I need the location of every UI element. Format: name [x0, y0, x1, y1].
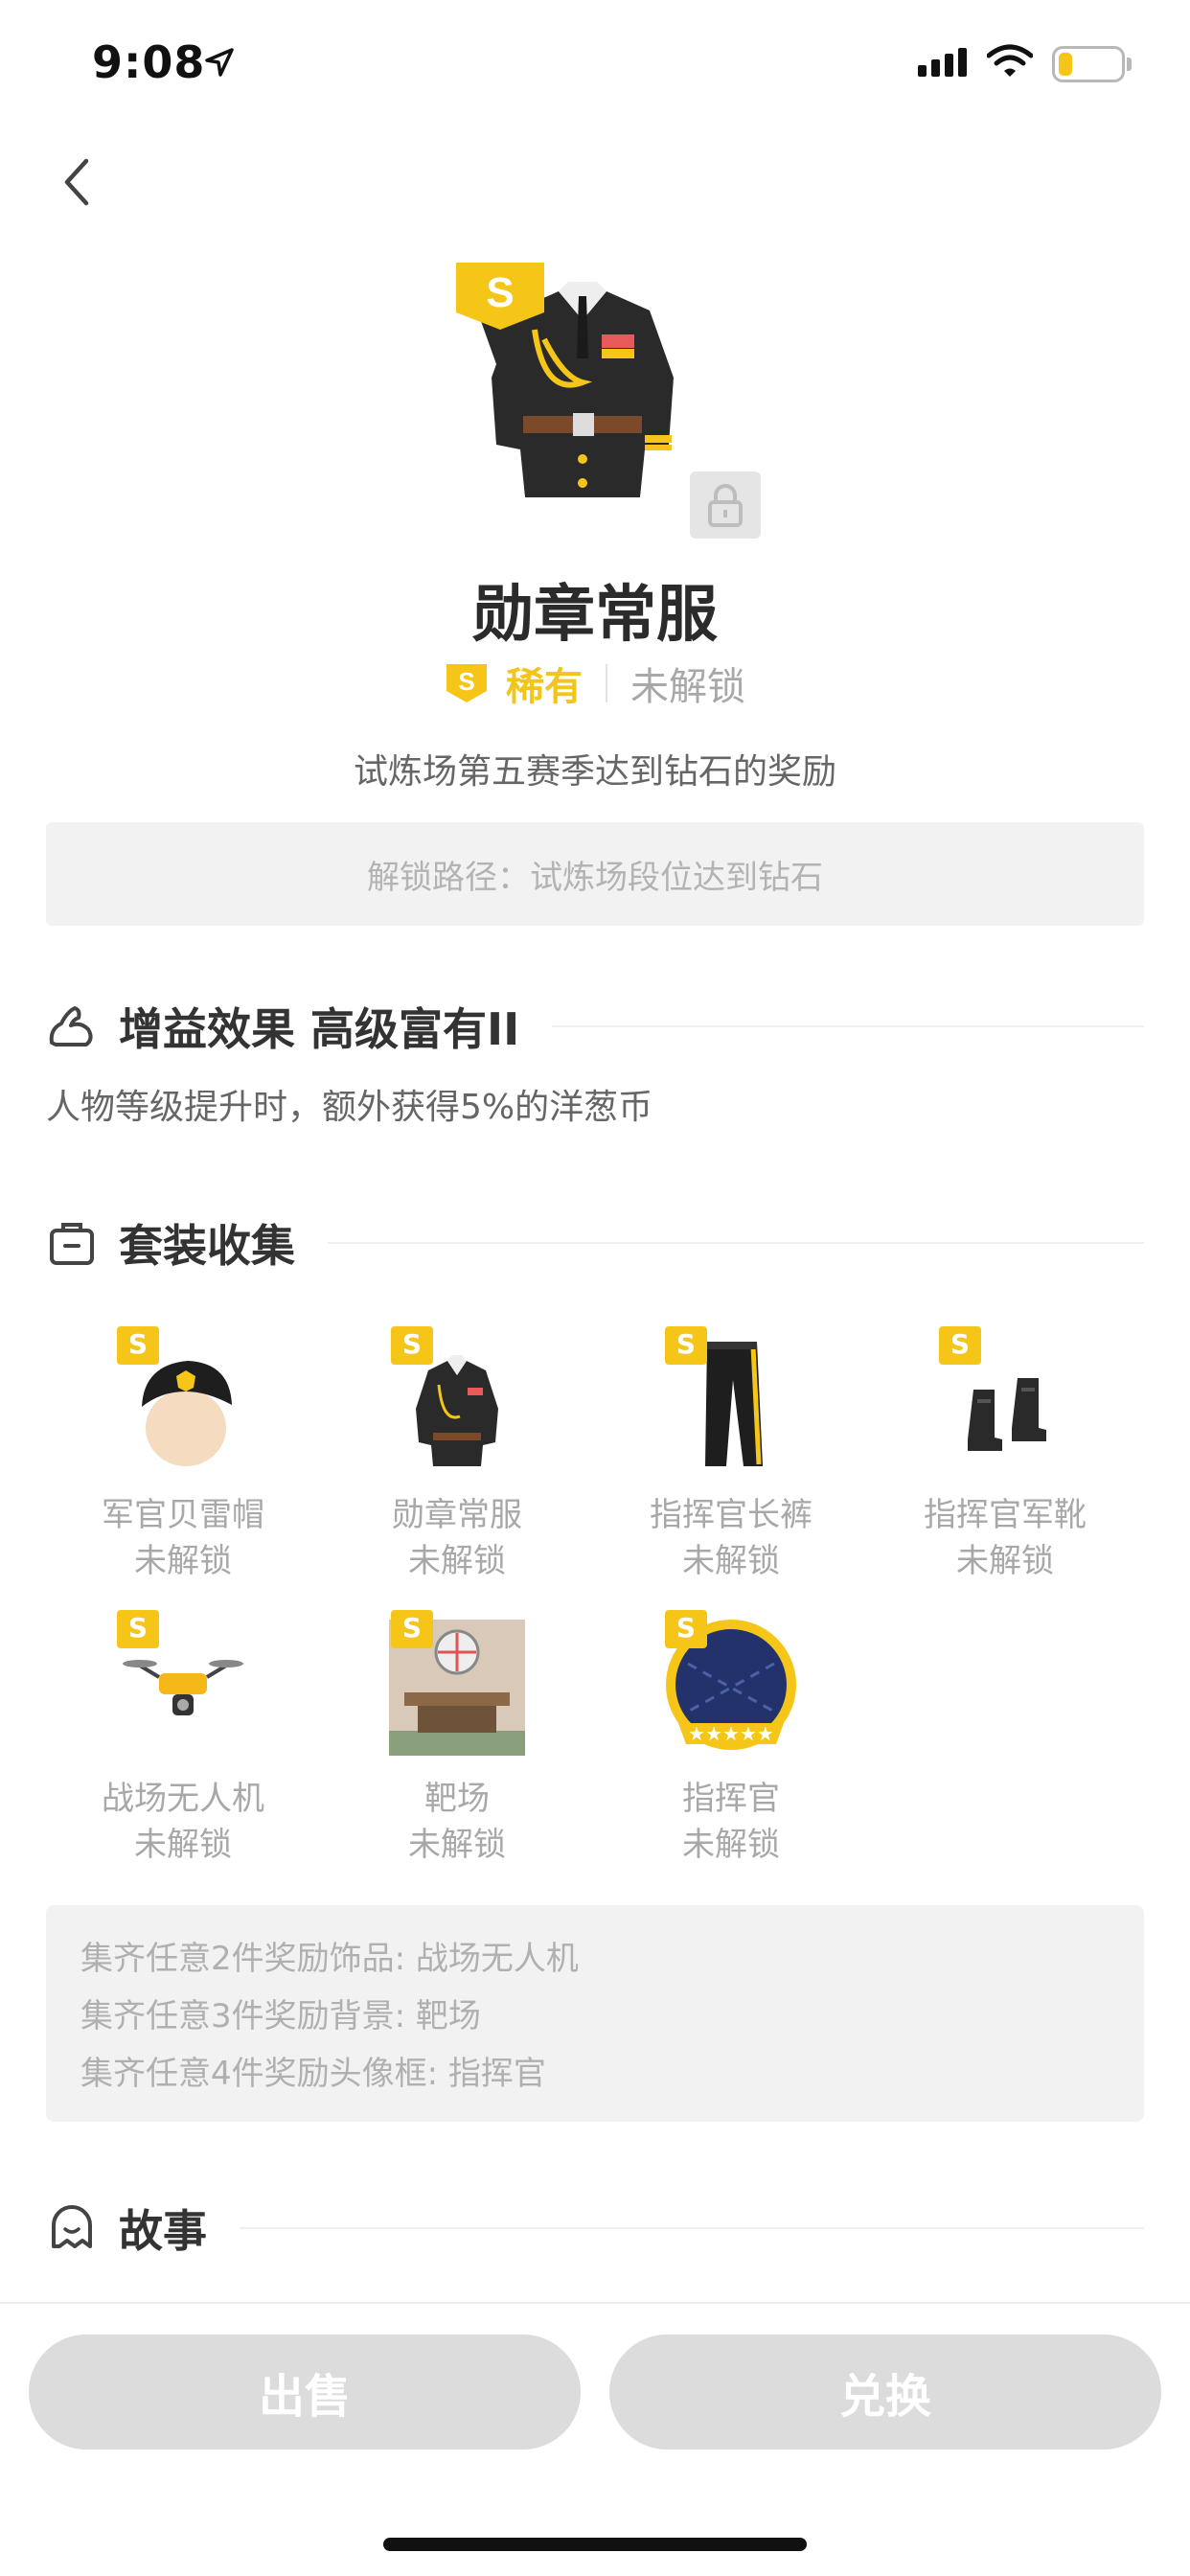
- svg-text:★★★★★: ★★★★★: [688, 1722, 774, 1745]
- suit-item-status: 未解锁: [956, 1541, 1054, 1580]
- buff-title: 增益效果 高级富有II: [119, 1003, 520, 1055]
- suit-item-boots[interactable]: S 指挥官军靴 未解锁: [866, 1326, 1144, 1584]
- suit-item-name: 指挥官军靴: [924, 1496, 1087, 1534]
- item-description: 试炼场第五赛季达到钻石的奖励: [353, 752, 836, 792]
- suit-item-status: 未解锁: [134, 1541, 232, 1580]
- suit-item-beret[interactable]: S 军官贝雷帽 未解锁: [44, 1326, 322, 1584]
- section-divider: [328, 1242, 1144, 1244]
- suit-item-avatar-frame[interactable]: S ★★★★★ 指挥官 未解锁: [592, 1610, 870, 1868]
- suit-section-header: 套装收集: [46, 1211, 1144, 1275]
- suit-item-status: 未解锁: [408, 1541, 506, 1580]
- suit-item-name: 战场无人机: [102, 1780, 264, 1818]
- item-meta-row: S 稀有 未解锁: [0, 656, 1190, 711]
- sell-button[interactable]: 出售: [29, 2334, 581, 2450]
- home-indicator[interactable]: [383, 2538, 807, 2551]
- s-badge-icon: S: [117, 1326, 159, 1365]
- chevron-left-icon: [64, 158, 89, 206]
- buff-description: 人物等级提升时，额外获得5%的洋葱币: [46, 1088, 653, 1127]
- bottom-action-bar: 出售 兑换: [0, 2302, 1190, 2576]
- suit-item-name: 靶场: [424, 1780, 490, 1818]
- back-button[interactable]: [54, 153, 103, 211]
- suit-title: 套装收集: [119, 1220, 295, 1272]
- section-divider: [552, 1025, 1144, 1027]
- suit-item-name: 指挥官: [682, 1780, 780, 1818]
- suit-item-name: 指挥官长裤: [650, 1496, 812, 1534]
- unlock-path-box: 解锁路径：试炼场段位达到钻石: [46, 822, 1144, 926]
- bonus-line: 集齐任意4件奖励头像框: 指挥官: [80, 2055, 546, 2093]
- rarity-badge-icon: S: [446, 664, 487, 702]
- s-badge-icon: S: [939, 1326, 981, 1365]
- suit-item-shooting-range[interactable]: S 靶场 未解锁: [318, 1610, 596, 1868]
- bonus-line: 集齐任意2件奖励饰品: 战场无人机: [80, 1940, 579, 1978]
- story-title: 故事: [119, 2205, 207, 2257]
- rarity-s-badge: S: [486, 269, 514, 316]
- story-section-header: 故事: [46, 2196, 1144, 2260]
- s-badge-icon: S: [117, 1610, 159, 1648]
- suit-item-status: 未解锁: [408, 1825, 506, 1864]
- suit-item-status: 未解锁: [682, 1541, 780, 1580]
- exchange-button[interactable]: 兑换: [609, 2334, 1161, 2450]
- muscle-icon: [49, 1006, 93, 1046]
- battery-icon: [1052, 46, 1125, 82]
- cellular-signal-icon: [918, 48, 967, 77]
- item-title: 勋章常服: [472, 580, 718, 651]
- rarity-label: 稀有: [506, 665, 583, 709]
- s-badge-icon: S: [391, 1610, 433, 1648]
- suit-item-status: 未解锁: [682, 1825, 780, 1864]
- location-arrow-icon: [205, 48, 234, 77]
- uniform-hero-image: S: [448, 253, 717, 512]
- lock-status: 未解锁: [630, 665, 745, 709]
- wifi-icon: [987, 44, 1033, 77]
- svg-text:S: S: [458, 667, 474, 696]
- suit-item-name: 军官贝雷帽: [102, 1496, 264, 1534]
- suit-item-uniform[interactable]: S 勋章常服 未解锁: [318, 1326, 596, 1584]
- suit-item-status: 未解锁: [134, 1825, 232, 1864]
- briefcase-icon: [50, 1223, 94, 1265]
- meta-divider: [606, 664, 607, 702]
- collection-bonus-box: 集齐任意2件奖励饰品: 战场无人机 集齐任意3件奖励背景: 靶场 集齐任意4件奖…: [46, 1905, 1144, 2122]
- suit-item-drone[interactable]: S 战场无人机 未解锁: [44, 1610, 322, 1868]
- suit-item-trousers[interactable]: S 指挥官长裤 未解锁: [592, 1326, 870, 1584]
- bonus-line: 集齐任意3件奖励背景: 靶场: [80, 1997, 481, 2036]
- s-badge-icon: S: [665, 1326, 707, 1365]
- s-badge-icon: S: [391, 1326, 433, 1365]
- status-time: 9:08: [92, 36, 206, 88]
- lock-icon: [690, 472, 761, 539]
- suit-item-name: 勋章常服: [392, 1496, 522, 1534]
- buff-section-header: 增益效果 高级富有II: [46, 995, 1144, 1058]
- ghost-icon: [52, 2205, 92, 2248]
- section-divider: [240, 2227, 1144, 2229]
- s-badge-icon: S: [665, 1610, 707, 1648]
- status-bar: 9:08: [0, 0, 1190, 126]
